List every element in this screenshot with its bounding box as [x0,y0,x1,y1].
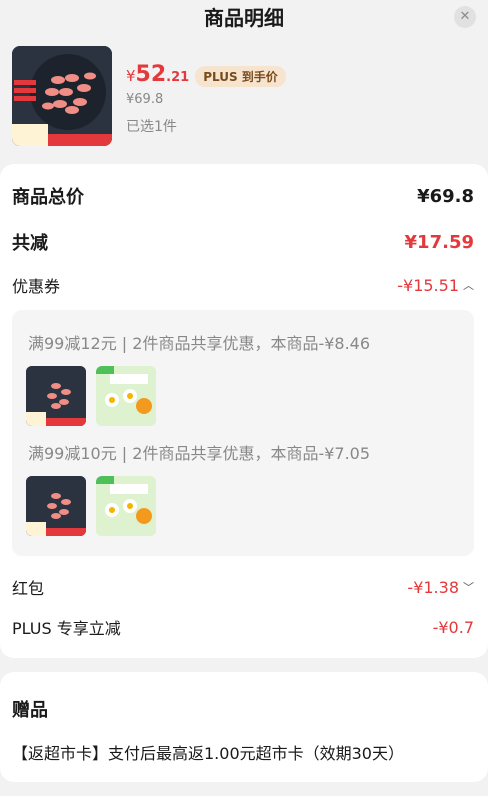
discount-label: 共减 [12,233,48,254]
redpacket-value: -¥1.38 [407,577,459,597]
shrimp-thumbnail [26,366,86,426]
header: 商品明细 ✕ ¥ 52 .21 PLUS 到手价 ¥69.8 已选1件 [0,0,488,150]
gift-description: 【返超市卡】支付后最高返1.00元超市卡（效期30天） [12,744,404,763]
close-icon[interactable]: ✕ [454,6,476,28]
discount-value: ¥17.59 [404,231,474,253]
total-label: 商品总价 [12,187,84,208]
plus-discount-row: PLUS 专享立减 -¥0.7 [12,614,474,640]
page-title: 商品明细 [204,6,284,30]
discount-row: 共减 ¥17.59 [12,228,474,256]
product-thumbnail [12,46,112,146]
price-decimal: .21 [166,70,190,85]
gift-card: 赠品 【返超市卡】支付后最高返1.00元超市卡（效期30天） [0,672,488,782]
coupon-detail-1: 满99减12元 | 2件商品共享优惠，本商品-¥8.46 [28,334,371,353]
original-price: ¥69.8 [126,92,164,107]
redpacket-label: 红包 [12,579,45,598]
price-integer: 52 [135,62,167,87]
promo-price: ¥ 52 .21 PLUS 到手价 [126,62,286,90]
shrimp-image [12,46,112,146]
coupon-details: 满99减12元 | 2件商品共享优惠，本商品-¥8.46 满99减10元 | 2… [12,310,474,556]
price-symbol: ¥ [126,67,136,85]
plus-discount-label: PLUS 专享立减 [12,619,121,638]
total-value: ¥69.8 [417,185,474,207]
egg-product-thumbnail [96,366,156,426]
selected-count: 已选1件 [126,119,177,135]
plus-price-badge: PLUS 到手价 [195,65,286,87]
egg-product-thumbnail [96,476,156,536]
price-breakdown-card: 商品总价 ¥69.8 共减 ¥17.59 优惠券 -¥15.51 ︿ 满99减1… [0,164,488,658]
gift-title: 赠品 [12,700,48,721]
chevron-up-icon[interactable]: ︿ [463,277,474,293]
coupon-detail-2: 满99减10元 | 2件商品共享优惠，本商品-¥7.05 [28,444,371,463]
redpacket-row[interactable]: 红包 -¥1.38 ﹀ [12,574,474,600]
coupon-row[interactable]: 优惠券 -¥15.51 ︿ [12,272,474,298]
chevron-down-icon[interactable]: ﹀ [463,579,474,595]
coupon-value: -¥15.51 [397,275,459,295]
total-row: 商品总价 ¥69.8 [12,182,474,210]
plus-discount-value: -¥0.7 [432,617,474,637]
shrimp-thumbnail [26,476,86,536]
coupon-label: 优惠券 [12,277,61,296]
